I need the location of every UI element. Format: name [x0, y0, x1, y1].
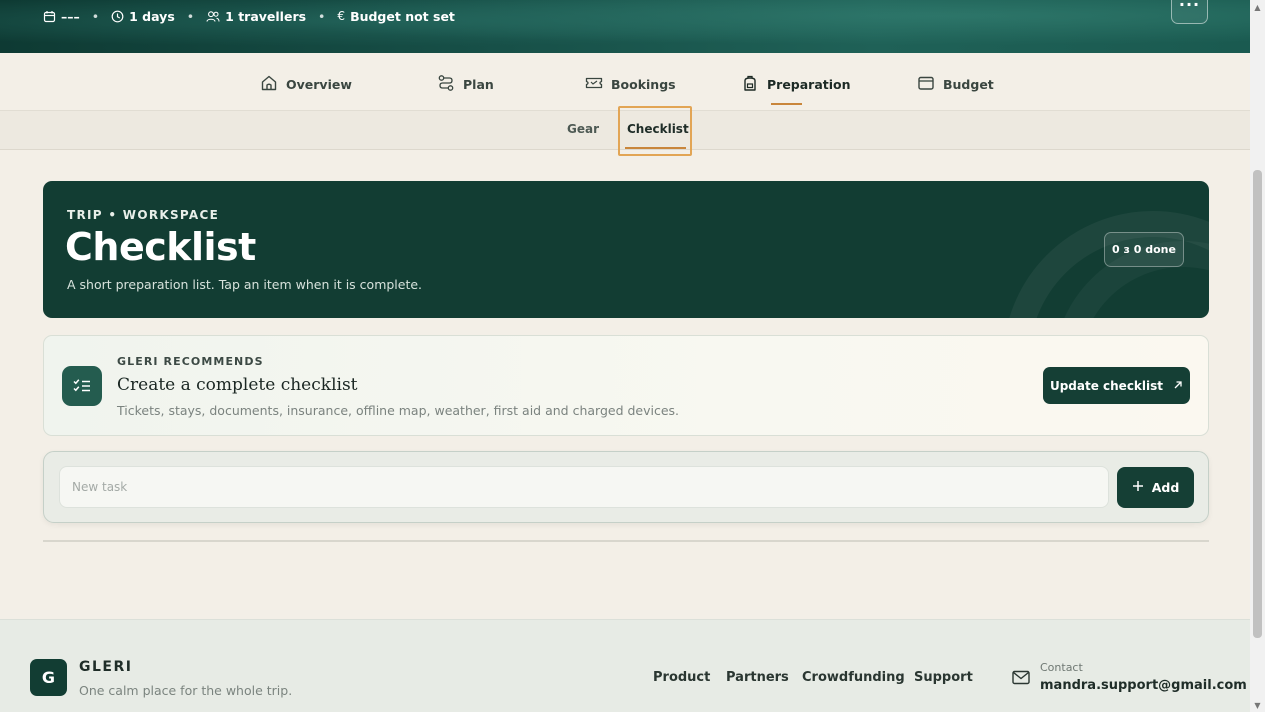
tab-preparation[interactable]: Preparation	[741, 73, 851, 105]
arrow-up-right-icon	[1173, 379, 1183, 393]
new-task-input[interactable]	[59, 466, 1109, 508]
contact-label: Contact	[1040, 661, 1083, 674]
scrollbar-thumb[interactable]	[1253, 170, 1262, 638]
calendar-icon	[43, 10, 56, 23]
scrollbar[interactable]: ▲ ▼	[1250, 0, 1265, 712]
checklist-icon	[62, 366, 102, 406]
footer-brand: GLERI	[79, 659, 133, 675]
footer-link-crowdfunding[interactable]: Crowdfunding	[802, 670, 905, 685]
more-options-button[interactable]: ···	[1171, 0, 1208, 24]
update-checklist-button[interactable]: Update checklist	[1043, 367, 1190, 404]
route-icon	[437, 74, 455, 95]
tab-budget[interactable]: Budget	[917, 73, 994, 95]
footer-link-partners[interactable]: Partners	[726, 670, 789, 685]
page-subtitle: A short preparation list. Tap an item wh…	[67, 277, 423, 292]
footer-logo[interactable]: G	[30, 659, 67, 696]
footer: G GLERI One calm place for the whole tri…	[0, 619, 1250, 712]
scroll-up-arrow-icon[interactable]: ▲	[1250, 0, 1265, 14]
progress-badge: 0 з 0 done	[1104, 232, 1184, 267]
backpack-icon	[741, 74, 759, 95]
trip-meta-row: ––– • 1 days • 1 travellers • € Budget n…	[43, 6, 455, 26]
clock-icon	[111, 10, 124, 23]
tab-plan[interactable]: Plan	[437, 73, 494, 95]
more-dots-icon: ···	[1178, 0, 1201, 14]
footer-tagline: One calm place for the whole trip.	[79, 683, 293, 698]
tab-overview[interactable]: Overview	[260, 73, 352, 95]
mail-icon	[1012, 670, 1030, 689]
add-task-label: Add	[1151, 480, 1180, 495]
tab-bookings[interactable]: Bookings	[585, 73, 676, 95]
euro-icon: €	[337, 9, 346, 23]
trip-dates: –––	[43, 9, 80, 24]
ticket-icon	[585, 74, 603, 95]
trip-header-banner: ––– • 1 days • 1 travellers • € Budget n…	[0, 0, 1250, 53]
recommendation-description: Tickets, stays, documents, insurance, of…	[117, 403, 680, 418]
add-task-button[interactable]: Add	[1117, 467, 1194, 508]
footer-link-product[interactable]: Product	[653, 670, 710, 685]
trip-duration: 1 days	[111, 9, 175, 24]
section-divider	[43, 540, 1209, 542]
home-icon	[260, 74, 278, 95]
trip-budget: € Budget not set	[337, 8, 455, 24]
contact-email-link[interactable]: mandra.support@gmail.com	[1040, 678, 1247, 693]
update-checklist-label: Update checklist	[1049, 378, 1164, 393]
main-tab-nav: Overview Plan Bookings Preparation Budge…	[0, 53, 1250, 111]
recommendation-card: GLERI RECOMMENDS Create a complete check…	[43, 335, 1209, 436]
footer-link-support[interactable]: Support	[914, 670, 973, 685]
wallet-icon	[917, 74, 935, 95]
page-title: Checklist	[65, 225, 256, 269]
checklist-hero-card: TRIP • WORKSPACE Checklist A short prepa…	[43, 181, 1209, 318]
scroll-down-arrow-icon[interactable]: ▼	[1250, 698, 1265, 712]
recommendation-title: Create a complete checklist	[117, 375, 358, 395]
trip-travellers: 1 travellers	[206, 9, 306, 24]
hero-kicker: TRIP • WORKSPACE	[67, 208, 220, 222]
subtab-gear[interactable]: Gear	[567, 122, 599, 136]
sub-tab-nav: Gear Checklist	[0, 106, 1250, 156]
focus-ring	[618, 106, 692, 156]
plus-icon	[1132, 480, 1144, 495]
users-icon	[206, 10, 220, 23]
active-tab-indicator	[771, 103, 802, 105]
new-task-card: Add	[43, 451, 1209, 523]
recommendation-kicker: GLERI RECOMMENDS	[117, 355, 264, 368]
